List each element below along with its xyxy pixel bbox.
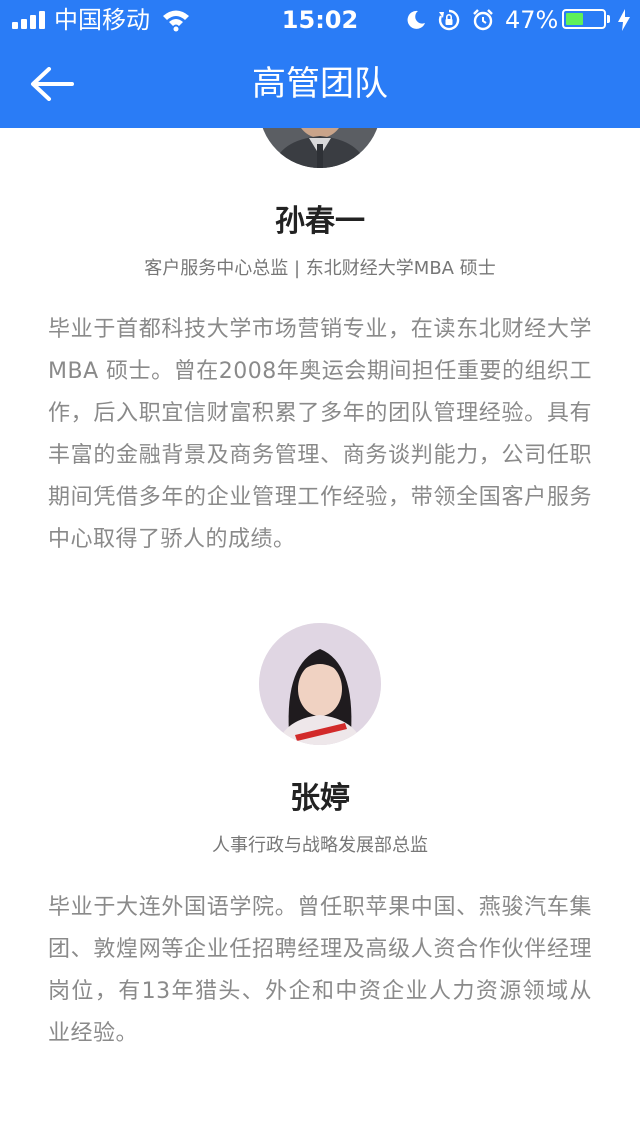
rotation-lock-icon [438, 9, 460, 31]
status-bar: 中国移动 15:02 47% [0, 0, 640, 40]
alarm-icon [473, 9, 493, 31]
battery-percent: 47% [505, 6, 559, 34]
battery-icon [562, 9, 606, 29]
page-title: 高管团队 [252, 64, 388, 104]
member-title: 客户服务中心总监 | 东北财经大学MBA 硕士 [144, 258, 496, 279]
team-list[interactable]: 孙春一 客户服务中心总监 | 东北财经大学MBA 硕士 毕业于首都科技大学市场营… [0, 0, 640, 1136]
member-name: 张婷 [290, 781, 350, 816]
battery-tip [607, 15, 610, 23]
charging-icon [618, 9, 630, 31]
member-name: 孙春一 [275, 204, 365, 239]
member-bio: 毕业于大连外国语学院。曾任职苹果中国、燕骏汽车集团、敦煌网等企业任招聘经理及高级… [48, 895, 592, 1046]
nav-bar: 高管团队 [0, 40, 640, 128]
member-title: 人事行政与战略发展部总监 [212, 835, 428, 856]
member-bio: 毕业于首都科技大学市场营销专业，在读东北财经大学MBA 硕士。曾在2008年奥运… [48, 317, 592, 552]
wifi-icon [163, 10, 189, 32]
moon-icon [407, 10, 425, 29]
signal-icon [12, 11, 48, 29]
app-header: 中国移动 15:02 47% 高管团队 [0, 0, 640, 128]
battery-level [566, 13, 583, 25]
screen: 孙春一 客户服务中心总监 | 东北财经大学MBA 硕士 毕业于首都科技大学市场营… [0, 0, 640, 1136]
arrow-left-icon [31, 67, 74, 101]
member-avatar-2 [259, 623, 381, 745]
carrier-name: 中国移动 [54, 6, 150, 34]
back-button[interactable] [16, 54, 88, 114]
